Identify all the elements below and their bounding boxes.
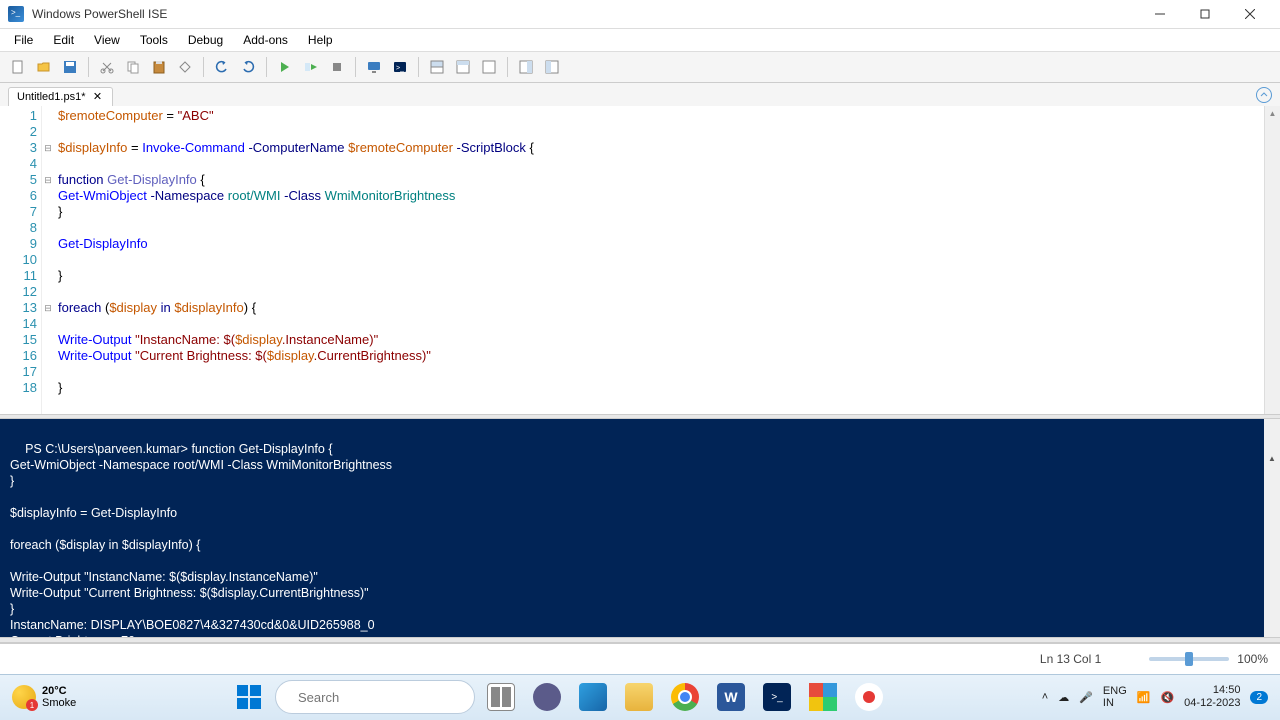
word-app-icon[interactable]: W (711, 677, 751, 717)
undo-button[interactable] (210, 55, 234, 79)
mail-app-icon[interactable] (573, 677, 613, 717)
weather-desc: Smoke (42, 697, 76, 709)
app-icon (8, 6, 24, 22)
script-editor[interactable]: 123456789101112131415161718 ⊟⊟⊟ $remoteC… (0, 106, 1280, 414)
console-text: PS C:\Users\parveen.kumar> function Get-… (10, 442, 392, 637)
mic-icon[interactable]: 🎤 (1079, 691, 1093, 704)
powershell-app-icon[interactable]: >_ (757, 677, 797, 717)
window-title: Windows PowerShell ISE (32, 7, 1137, 21)
console-pane[interactable]: PS C:\Users\parveen.kumar> function Get-… (0, 419, 1280, 637)
explorer-app-icon[interactable] (619, 677, 659, 717)
notification-badge[interactable]: 2 (1250, 691, 1268, 704)
tab-label: Untitled1.ps1* (17, 91, 86, 103)
svg-text:>_: >_ (396, 65, 404, 72)
toolbar: >_ (0, 52, 1280, 83)
menubar: File Edit View Tools Debug Add-ons Help (0, 29, 1280, 52)
run-selection-button[interactable] (299, 55, 323, 79)
close-button[interactable] (1227, 0, 1272, 28)
onedrive-icon[interactable]: ☁ (1058, 691, 1069, 704)
zoom-slider[interactable] (1149, 657, 1229, 661)
cut-button[interactable] (95, 55, 119, 79)
statusbar: Ln 13 Col 1 100% (0, 643, 1280, 674)
taskbar-search[interactable] (275, 680, 475, 714)
language-indicator[interactable]: ENGIN (1103, 685, 1127, 709)
show-script-max-button[interactable] (477, 55, 501, 79)
line-number-gutter: 123456789101112131415161718 (0, 106, 42, 414)
app-icon-grid[interactable] (803, 677, 843, 717)
clear-button[interactable] (173, 55, 197, 79)
minimize-button[interactable] (1137, 0, 1182, 28)
taskbar: 1 20°C Smoke W >_ ˄ ☁ 🎤 ENGIN 📶 🔇 14:50 … (0, 674, 1280, 720)
scroll-up-icon[interactable]: ▲ (1264, 451, 1280, 467)
start-button[interactable] (229, 677, 269, 717)
wifi-icon[interactable]: 📶 (1137, 691, 1151, 704)
new-button[interactable] (6, 55, 30, 79)
menu-help[interactable]: Help (298, 31, 343, 49)
camera-app-icon[interactable] (527, 677, 567, 717)
task-view-icon[interactable] (481, 677, 521, 717)
copy-button[interactable] (121, 55, 145, 79)
weather-badge: 1 (26, 699, 38, 711)
search-input[interactable] (298, 690, 474, 705)
stop-button[interactable] (325, 55, 349, 79)
clock[interactable]: 14:50 04-12-2023 (1184, 684, 1240, 710)
open-button[interactable] (32, 55, 56, 79)
tabs-bar: Untitled1.ps1* ✕ (0, 83, 1280, 106)
editor-scrollbar[interactable]: ▲ (1264, 106, 1280, 414)
run-script-button[interactable] (273, 55, 297, 79)
menu-tools[interactable]: Tools (130, 31, 178, 49)
tab-untitled[interactable]: Untitled1.ps1* ✕ (8, 87, 113, 106)
scroll-up-icon[interactable]: ▲ (1265, 106, 1280, 122)
show-command-addon-button[interactable] (540, 55, 564, 79)
menu-addons[interactable]: Add-ons (233, 31, 298, 49)
recording-icon[interactable] (849, 677, 889, 717)
cursor-position: Ln 13 Col 1 (1040, 652, 1101, 666)
zoom-level: 100% (1237, 652, 1268, 666)
fold-column[interactable]: ⊟⊟⊟ (42, 106, 54, 414)
menu-debug[interactable]: Debug (178, 31, 233, 49)
titlebar: Windows PowerShell ISE (0, 0, 1280, 29)
menu-file[interactable]: File (4, 31, 43, 49)
chrome-app-icon[interactable] (665, 677, 705, 717)
save-button[interactable] (58, 55, 82, 79)
maximize-button[interactable] (1182, 0, 1227, 28)
show-command-button[interactable] (514, 55, 538, 79)
menu-view[interactable]: View (84, 31, 130, 49)
remote-button[interactable] (362, 55, 386, 79)
tray-chevron-icon[interactable]: ˄ (1042, 691, 1048, 703)
show-script-button[interactable] (425, 55, 449, 79)
tab-close-icon[interactable]: ✕ (92, 91, 104, 103)
menu-edit[interactable]: Edit (43, 31, 84, 49)
weather-widget[interactable]: 1 20°C Smoke (12, 685, 76, 709)
code-pane[interactable]: $remoteComputer = "ABC"$displayInfo = In… (54, 106, 1264, 414)
weather-icon: 1 (12, 685, 36, 709)
console-scrollbar[interactable]: ▲ (1264, 419, 1280, 637)
show-script-top-button[interactable] (451, 55, 475, 79)
collapse-script-icon[interactable] (1256, 87, 1272, 103)
redo-button[interactable] (236, 55, 260, 79)
volume-icon[interactable]: 🔇 (1160, 691, 1174, 704)
paste-button[interactable] (147, 55, 171, 79)
weather-temp: 20°C (42, 685, 76, 697)
powershell-tab-button[interactable]: >_ (388, 55, 412, 79)
